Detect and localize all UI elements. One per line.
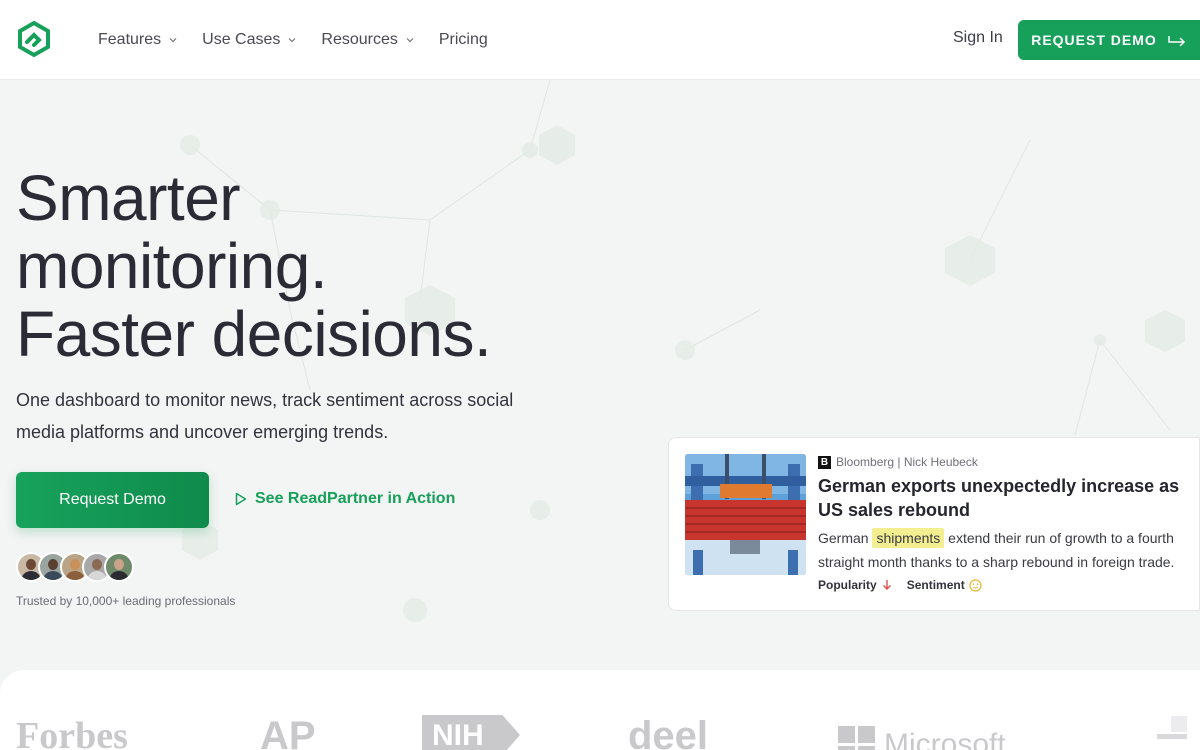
news-image: [685, 454, 806, 575]
play-icon: [235, 492, 247, 506]
news-body-text: German: [818, 530, 869, 546]
news-card[interactable]: B Bloomberg | Nick Heubeck German export…: [668, 437, 1200, 611]
main-menu: Features Use Cases Resources Pricing: [98, 0, 513, 80]
nih-logo-text: NIH: [432, 719, 484, 750]
bloomberg-icon: B: [818, 455, 831, 469]
neutral-face-icon: [969, 578, 982, 592]
request-demo-label: REQUEST DEMO: [1031, 32, 1157, 48]
menu-label: Features: [98, 31, 162, 48]
arrow-right-icon: [1168, 36, 1185, 47]
avatar: [104, 552, 134, 582]
hero-title-line: monitoring.: [16, 230, 328, 302]
avatar-stack: [16, 552, 134, 582]
sentiment-label: Sentiment: [906, 578, 965, 592]
top-nav: Features Use Cases Resources Pricing Sig…: [0, 0, 1200, 80]
menu-use-cases[interactable]: Use Cases: [202, 31, 296, 49]
menu-label: Pricing: [438, 31, 488, 48]
hero-title-line: Smarter: [16, 162, 241, 234]
partial-logo: [1157, 716, 1187, 750]
deel-logo: deel: [628, 714, 709, 750]
forbes-logo: Forbes: [16, 715, 128, 750]
sentiment-indicator: Sentiment: [907, 578, 982, 592]
ap-logo: AP: [260, 714, 316, 750]
client-logos-strip: Forbes AP NIH deel Microsoft: [0, 670, 1200, 750]
menu-pricing[interactable]: Pricing: [439, 31, 488, 49]
news-source-label: Bloomberg | Nick Heubeck: [836, 455, 978, 469]
news-body: German shipments extend their run of gro…: [818, 526, 1190, 574]
menu-features[interactable]: Features: [98, 31, 177, 49]
sign-in-link[interactable]: Sign In: [953, 29, 1003, 47]
arrow-down-icon: [882, 580, 891, 590]
news-meta: Popularity Sentiment: [818, 578, 996, 592]
menu-resources[interactable]: Resources: [321, 31, 414, 49]
news-source: B Bloomberg | Nick Heubeck: [818, 455, 978, 469]
highlighted-keyword: shipments: [872, 528, 945, 548]
microsoft-icon: [838, 726, 875, 750]
microsoft-logo: Microsoft: [838, 726, 1006, 750]
popularity-label: Popularity: [818, 578, 877, 592]
request-demo-button[interactable]: REQUEST DEMO: [1018, 20, 1200, 60]
hero-title-line: Faster decisions.: [16, 298, 492, 370]
hero-title: Smarter monitoring. Faster decisions.: [16, 164, 636, 368]
menu-label: Use Cases: [202, 31, 281, 48]
menu-label: Resources: [321, 31, 398, 48]
news-title[interactable]: German exports unexpectedly increase as …: [818, 474, 1190, 522]
request-demo-primary-button[interactable]: Request Demo: [16, 472, 209, 528]
trusted-by-text: Trusted by 10,000+ leading professionals: [16, 594, 236, 608]
logo-icon[interactable]: [15, 20, 53, 58]
hero-subtitle: One dashboard to monitor news, track sen…: [16, 390, 514, 442]
see-in-action-link[interactable]: See ReadPartner in Action: [235, 490, 455, 508]
popularity-indicator: Popularity: [818, 578, 893, 592]
microsoft-logo-text: Microsoft: [884, 728, 1006, 750]
nih-logo: NIH: [422, 715, 520, 750]
chevron-down-icon: [288, 38, 296, 43]
chevron-down-icon: [406, 38, 414, 43]
chevron-down-icon: [169, 38, 177, 43]
see-in-action-label: See ReadPartner in Action: [255, 490, 456, 507]
